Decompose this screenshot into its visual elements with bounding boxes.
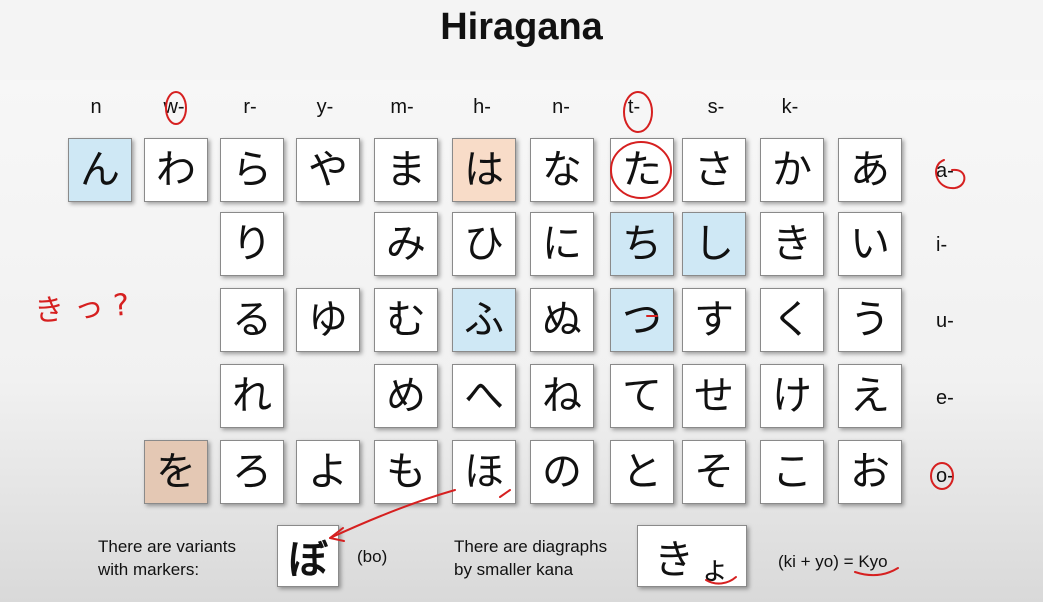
kana-tile-ke: け — [760, 364, 824, 428]
kana-tile-shi: し — [682, 212, 746, 276]
kana-tile-fu: ふ — [452, 288, 516, 352]
column-label-w: w- — [163, 96, 185, 118]
column-label-n: n — [90, 96, 102, 118]
kana-tile-mu: む — [374, 288, 438, 352]
column-label-y: y- — [316, 96, 334, 118]
kana-tile-ta: た — [610, 138, 674, 202]
kana-tile-ra: ら — [220, 138, 284, 202]
kana-tile-sa: さ — [682, 138, 746, 202]
diagraph-example-tile: き ょ — [637, 525, 747, 587]
kana-tile-se: せ — [682, 364, 746, 428]
variants-note-line1: There are variants — [98, 537, 236, 556]
variant-reading: (bo) — [357, 547, 388, 566]
kana-tile-ki: き — [760, 212, 824, 276]
kana-tile-ne: ね — [530, 364, 594, 428]
kana-tile-i: い — [838, 212, 902, 276]
kana-tile-wa: わ — [144, 138, 208, 202]
kana-tile-wo: を — [144, 440, 208, 504]
row-label-u: u- — [936, 310, 954, 332]
kana-tile-ka: か — [760, 138, 824, 202]
kana-tile-ko: こ — [760, 440, 824, 504]
row-label-a: a- — [936, 160, 954, 182]
diagraph-reading-result: Kyo — [858, 552, 888, 571]
diagraph-reading-prefix: (ki + yo) = — [778, 552, 859, 571]
kana-tile-yo: よ — [296, 440, 360, 504]
diagraph-small-kana: ょ — [700, 552, 730, 587]
kana-tile-ri: り — [220, 212, 284, 276]
kana-tile-mi: み — [374, 212, 438, 276]
variants-note-line2: with markers: — [98, 560, 200, 579]
variants-note: There are variants with markers: — [98, 535, 236, 581]
kana-tile-ya: や — [296, 138, 360, 202]
kana-tile-te: て — [610, 364, 674, 428]
column-label-s: s- — [707, 96, 725, 118]
kana-tile-hi: ひ — [452, 212, 516, 276]
row-label-o: o- — [936, 465, 954, 487]
handwritten-note: き っ ? — [33, 287, 131, 330]
kana-tile-o: お — [838, 440, 902, 504]
kana-tile-na: な — [530, 138, 594, 202]
kana-tile-mo: も — [374, 440, 438, 504]
row-label-i: i- — [936, 234, 948, 256]
kana-tile-nu: ぬ — [530, 288, 594, 352]
diagraph-big-kana: き — [654, 537, 694, 583]
kana-tile-ro: ろ — [220, 440, 284, 504]
kana-tile-n: ん — [68, 138, 132, 202]
kana-tile-chi: ち — [610, 212, 674, 276]
kana-tile-e: え — [838, 364, 902, 428]
column-label-n2: n- — [552, 96, 570, 118]
kana-tile-me: め — [374, 364, 438, 428]
kana-tile-so: そ — [682, 440, 746, 504]
kana-tile-u: う — [838, 288, 902, 352]
variant-example-kana: ぼ — [288, 537, 328, 583]
kana-tile-ni: に — [530, 212, 594, 276]
diagraph-reading: (ki + yo) = Kyo — [778, 550, 888, 573]
kana-tile-ma: ま — [374, 138, 438, 202]
kana-tile-ha: は — [452, 138, 516, 202]
kana-tile-to: と — [610, 440, 674, 504]
column-label-k: k- — [781, 96, 799, 118]
kana-tile-su: す — [682, 288, 746, 352]
column-label-m: m- — [390, 96, 414, 118]
column-label-h: h- — [473, 96, 491, 118]
kana-tile-tsu: つ — [610, 288, 674, 352]
kana-tile-ho: ほ — [452, 440, 516, 504]
variant-example-tile: ぼ — [277, 525, 339, 587]
column-label-r: r- — [243, 96, 257, 118]
kana-tile-he: へ — [452, 364, 516, 428]
diagraphs-note: There are diagraphs by smaller kana — [454, 535, 607, 581]
kana-tile-ku: く — [760, 288, 824, 352]
diagraphs-note-line1: There are diagraphs — [454, 537, 608, 556]
diagraphs-note-line2: by smaller kana — [454, 560, 574, 579]
kana-tile-yu: ゆ — [296, 288, 360, 352]
kana-tile-ru: る — [220, 288, 284, 352]
column-label-t: t- — [627, 96, 641, 118]
kana-tile-a: あ — [838, 138, 902, 202]
row-label-e: e- — [936, 387, 954, 409]
kana-tile-re: れ — [220, 364, 284, 428]
page-title: Hiragana — [440, 6, 603, 48]
kana-tile-no: の — [530, 440, 594, 504]
